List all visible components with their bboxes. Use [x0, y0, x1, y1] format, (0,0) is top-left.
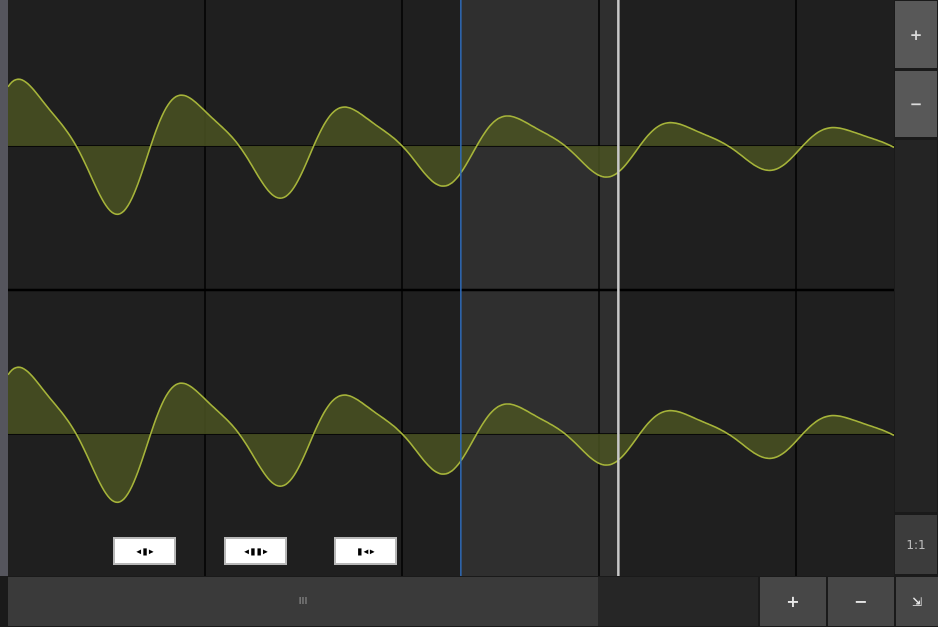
window-left-edge: [0, 0, 8, 627]
vertical-zoom-in-button[interactable]: +: [895, 1, 937, 68]
select-both-button[interactable]: ◂▮▮▸: [224, 537, 287, 565]
vertical-zoom-out-button[interactable]: −: [895, 71, 937, 137]
waveform-editor[interactable]: ◂▮▸ ◂▮▮▸ ▮◂▸: [8, 0, 894, 576]
selection-region: [460, 0, 619, 576]
horizontal-zoom-in-button[interactable]: +: [760, 577, 826, 626]
horizontal-scroll-bar: III + − ⇲: [0, 576, 938, 627]
vertical-zoom-panel: + − 1:1: [894, 0, 938, 576]
resize-corner-icon[interactable]: ⇲: [896, 577, 938, 626]
vertical-scroll-track[interactable]: [895, 140, 937, 512]
zoom-ratio-button[interactable]: 1:1: [895, 515, 937, 574]
waveform-fill-channel-2: [8, 367, 894, 503]
select-right-button[interactable]: ▮◂▸: [334, 537, 397, 565]
horizontal-scroll-thumb[interactable]: III: [8, 577, 598, 626]
waveform-fill-channel-1: [8, 79, 894, 215]
horizontal-scroll-track[interactable]: III: [8, 577, 758, 626]
waveform-canvas[interactable]: [8, 0, 894, 576]
horizontal-zoom-out-button[interactable]: −: [828, 577, 894, 626]
select-left-button[interactable]: ◂▮▸: [113, 537, 176, 565]
